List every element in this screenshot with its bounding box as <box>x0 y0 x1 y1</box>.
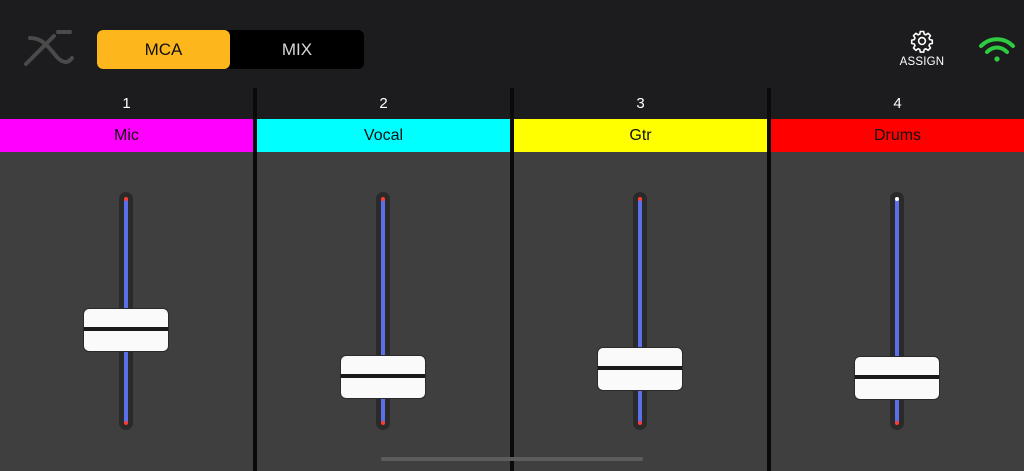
channel-number: 2 <box>257 88 510 119</box>
assign-label: ASSIGN <box>899 56 945 68</box>
channel-name[interactable]: Gtr <box>514 119 767 152</box>
top-bar: MCA MIX ASSIGN <box>0 0 1024 88</box>
fader-knob-line <box>598 366 682 370</box>
channel-strip-4: 4 Drums <box>771 88 1024 471</box>
x-logo-icon <box>24 30 74 66</box>
home-indicator[interactable] <box>381 457 643 461</box>
mode-mca-button[interactable]: MCA <box>97 30 230 69</box>
assign-button[interactable]: ASSIGN <box>896 29 948 71</box>
fader-knob-line <box>855 375 939 379</box>
fader-bottom-dot <box>638 421 642 425</box>
channel-strip-2: 2 Vocal <box>257 88 510 471</box>
fader-top-dot <box>638 197 642 201</box>
fader-knob-line <box>341 374 425 378</box>
channel-number: 1 <box>0 88 253 119</box>
fader-top-dot <box>381 197 385 201</box>
channel-number: 3 <box>514 88 767 119</box>
channel-name[interactable]: Mic <box>0 119 253 152</box>
channel-strip-1: 1 Mic <box>0 88 253 471</box>
fader-knob[interactable] <box>854 356 940 400</box>
fader-top-dot <box>124 197 128 201</box>
fader-knob[interactable] <box>83 308 169 352</box>
fader-bottom-dot <box>895 421 899 425</box>
channel-name[interactable]: Vocal <box>257 119 510 152</box>
fader-bottom-dot <box>381 421 385 425</box>
wifi-icon[interactable] <box>978 36 1016 64</box>
channel-strips: 1 Mic 2 Vocal 3 Gtr 4 Drums <box>0 88 1024 471</box>
fader-top-dot <box>895 197 899 201</box>
fader-bottom-dot <box>124 421 128 425</box>
channel-number: 4 <box>771 88 1024 119</box>
channel-strip-3: 3 Gtr <box>514 88 767 471</box>
fader-knob[interactable] <box>597 347 683 391</box>
mode-mix-button[interactable]: MIX <box>230 30 364 69</box>
gear-icon <box>910 30 934 53</box>
mode-switch: MCA MIX <box>97 30 364 69</box>
fader-track[interactable] <box>633 192 647 430</box>
fader-knob-line <box>84 327 168 331</box>
channel-name[interactable]: Drums <box>771 119 1024 152</box>
fader-knob[interactable] <box>340 355 426 399</box>
